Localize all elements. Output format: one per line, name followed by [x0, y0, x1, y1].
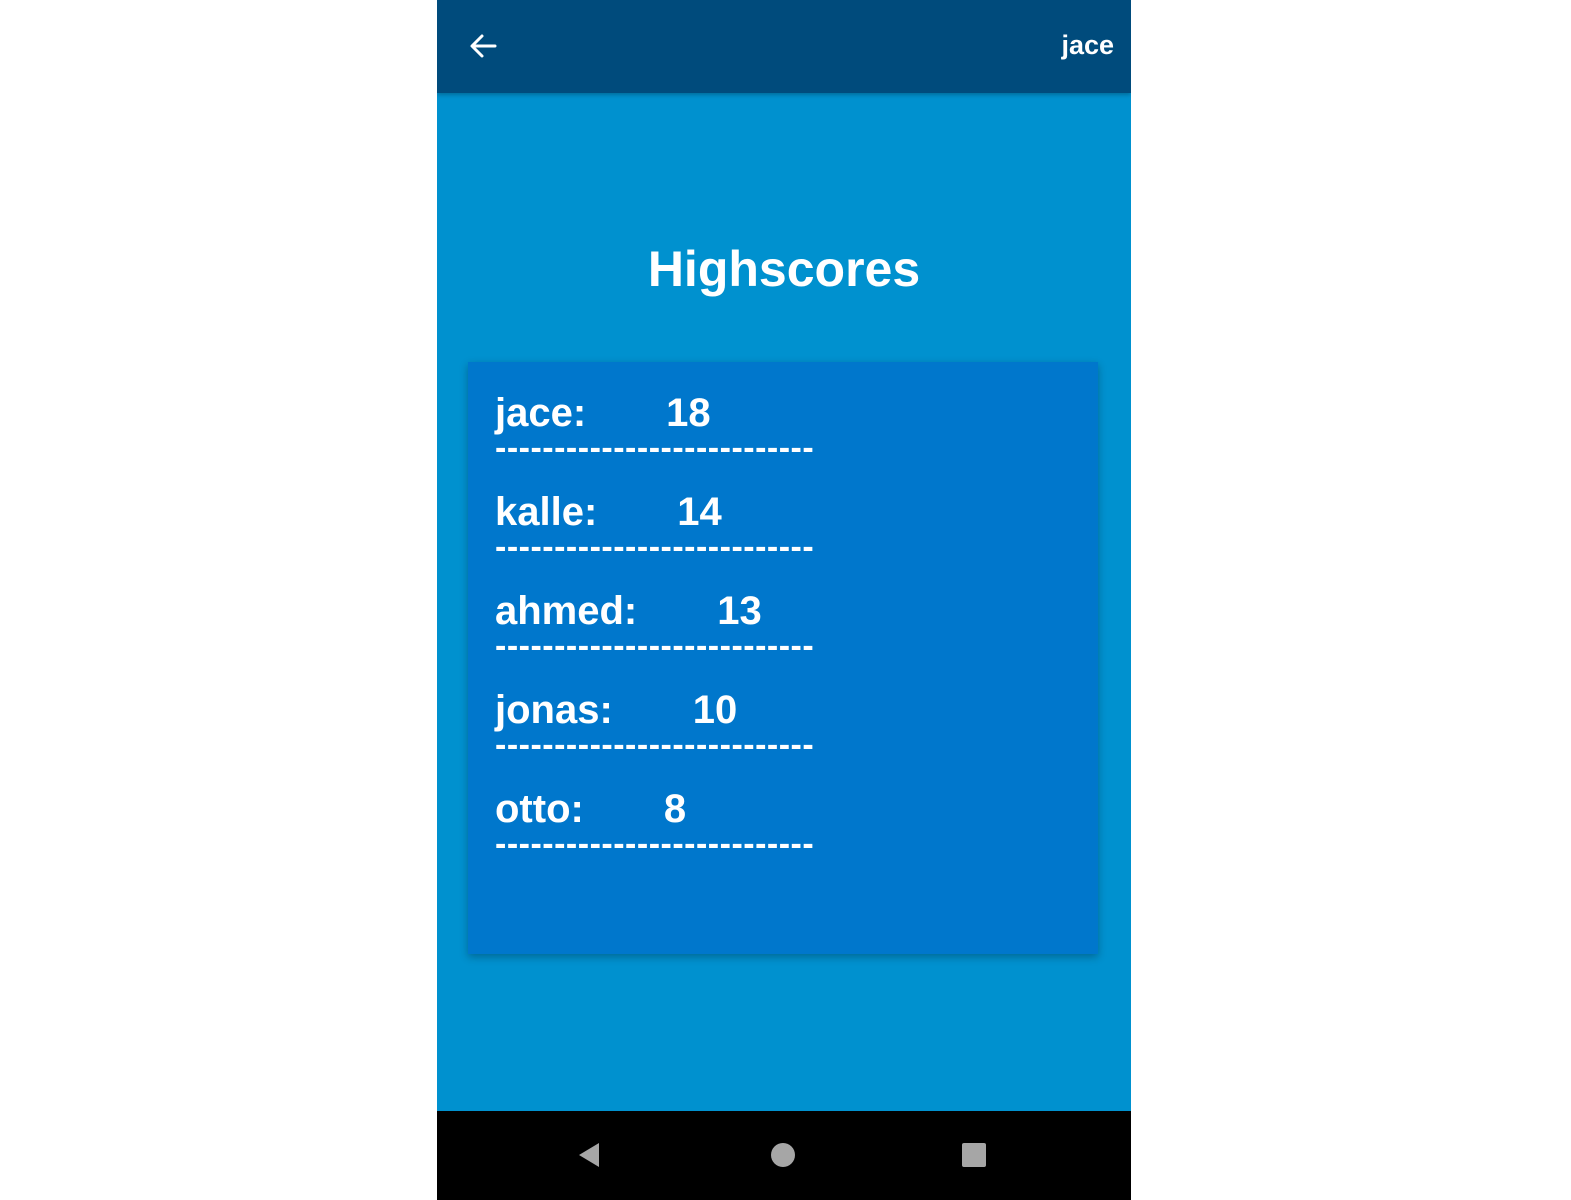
divider: --------------------------- [495, 825, 815, 863]
system-navigation-bar [437, 1111, 1131, 1200]
top-app-bar: jace [437, 0, 1131, 93]
divider: --------------------------- [495, 627, 815, 665]
app-screen: jace Highscores jace: 18 ----------------… [437, 0, 1131, 1200]
square-recents-icon [962, 1143, 986, 1167]
nav-recents-button[interactable] [952, 1133, 996, 1177]
list-item: jace: 18 --------------------------- [495, 388, 814, 487]
list-item: otto: 8 --------------------------- [495, 784, 814, 883]
list-item: ahmed: 13 --------------------------- [495, 586, 814, 685]
circle-home-icon [771, 1143, 795, 1167]
nav-home-button[interactable] [761, 1133, 805, 1177]
username-label: jace [1061, 30, 1114, 60]
back-button[interactable] [459, 22, 507, 70]
nav-back-button[interactable] [567, 1133, 611, 1177]
page-title: Highscores [647, 241, 921, 297]
triangle-back-icon [579, 1143, 599, 1167]
highscore-card: jace: 18 --------------------------- kall… [468, 362, 1098, 954]
list-item: jonas: 10 --------------------------- [495, 685, 814, 784]
divider: --------------------------- [495, 429, 815, 467]
arrow-left-icon [470, 34, 497, 58]
list-item: kalle: 14 --------------------------- [495, 487, 814, 586]
highscore-list: jace: 18 --------------------------- kall… [495, 388, 814, 883]
divider: --------------------------- [495, 528, 815, 566]
divider: --------------------------- [495, 726, 815, 764]
